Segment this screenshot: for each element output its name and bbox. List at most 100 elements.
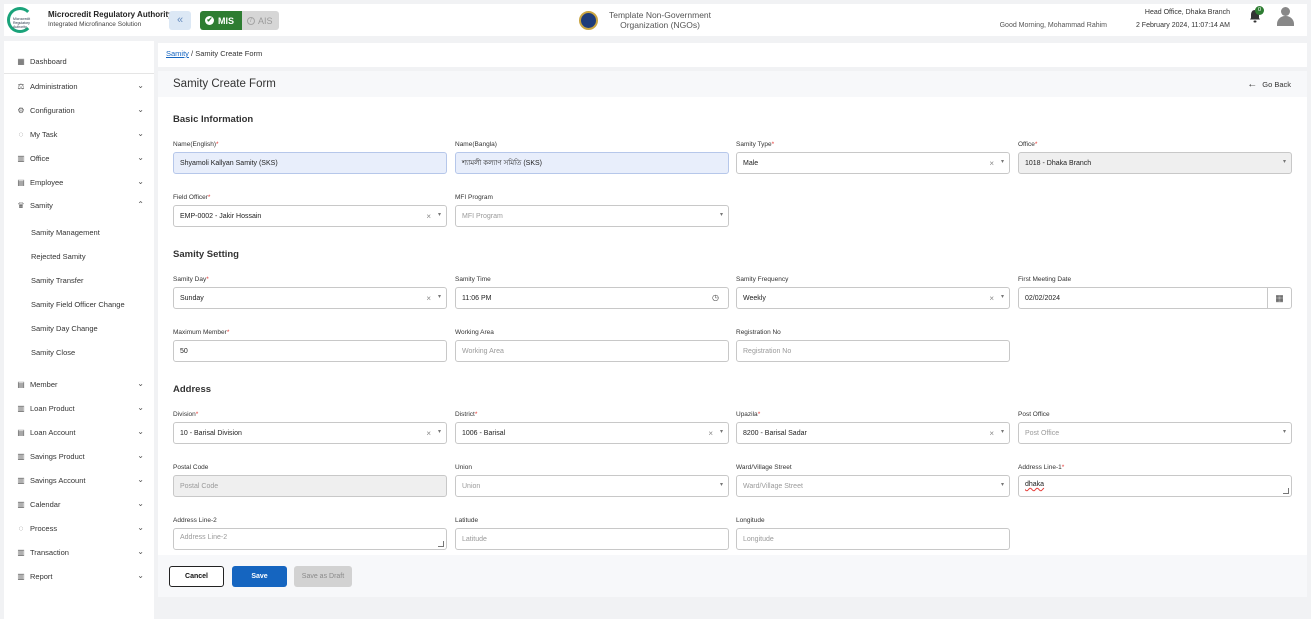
sidebar-collapse-button[interactable]: «: [169, 11, 191, 30]
save-button[interactable]: Save: [232, 566, 287, 587]
samity-time-input[interactable]: 11:06 PM ◷: [455, 287, 729, 309]
field-officer-select[interactable]: EMP-0002 - Jakir Hossain × ▾: [173, 205, 447, 227]
sidebar-item-employee[interactable]: ▤ Employee ⌄: [4, 170, 154, 194]
brand-title: Microcredit Regulatory Authority: [48, 10, 173, 19]
samity-day-select[interactable]: Sunday × ▾: [173, 287, 447, 309]
clear-icon[interactable]: ×: [426, 294, 431, 303]
name-english-input[interactable]: Shyamoli Kallyan Samity (SKS): [173, 152, 447, 174]
disabled-icon: /: [247, 16, 255, 25]
calendar-icon: ▥: [17, 499, 25, 509]
sidebar-item-process[interactable]: ◌ Process ⌄: [4, 516, 154, 540]
sidebar-item-loan-account[interactable]: ▤ Loan Account ⌄: [4, 420, 154, 444]
chevron-down-icon: ⌄: [137, 499, 144, 508]
chevron-down-icon: ▾: [1282, 429, 1286, 435]
clear-icon[interactable]: ×: [989, 294, 994, 303]
clear-icon[interactable]: ×: [989, 429, 994, 438]
transaction-icon: ▥: [17, 547, 25, 557]
sidebar-item-member[interactable]: ▤ Member ⌄: [4, 372, 154, 396]
sidebar-item-savings-account[interactable]: ▥ Savings Account ⌄: [4, 468, 154, 492]
samity-type-select[interactable]: Male × ▾: [736, 152, 1010, 174]
page-title-bar: Samity Create Form ← Go Back: [158, 71, 1307, 97]
clear-icon[interactable]: ×: [989, 159, 994, 168]
registration-no-input[interactable]: Registration No: [736, 340, 1010, 362]
loan-product-icon: ▥: [17, 403, 25, 413]
sidebar-item-office[interactable]: ▥ Office ⌄: [4, 146, 154, 170]
chevron-down-icon: ⌄: [137, 547, 144, 556]
resize-handle-icon[interactable]: [438, 541, 444, 547]
sidebar-item-loan-product[interactable]: ▥ Loan Product ⌄: [4, 396, 154, 420]
division-select[interactable]: 10 - Barisal Division × ▾: [173, 422, 447, 444]
post-office-select[interactable]: Post Office ▾: [1018, 422, 1292, 444]
chevron-down-icon: ⌄: [137, 427, 144, 436]
upazila-select[interactable]: 8200 - Barisal Sadar × ▾: [736, 422, 1010, 444]
sidebar-item-transaction[interactable]: ▥ Transaction ⌄: [4, 540, 154, 564]
working-area-input[interactable]: Working Area: [455, 340, 729, 362]
sidebar-sub-samity-day-change[interactable]: Samity Day Change: [31, 324, 98, 336]
save-as-draft-button[interactable]: Save as Draft: [294, 566, 352, 587]
samity-icon: ♛: [17, 200, 25, 210]
sidebar-item-report[interactable]: ▥ Report ⌄: [4, 564, 154, 588]
mfi-program-select[interactable]: MFI Program ▾: [455, 205, 729, 227]
address-line-1-textarea[interactable]: dhaka: [1018, 475, 1292, 497]
breadcrumb-samity-link[interactable]: Samity: [166, 49, 189, 58]
sidebar-sub-samity-close[interactable]: Samity Close: [31, 348, 75, 360]
notification-badge: 0: [1255, 6, 1264, 15]
sidebar-sub-field-officer-change[interactable]: Samity Field Officer Change: [31, 300, 125, 312]
cancel-button[interactable]: Cancel: [169, 566, 224, 587]
ward-village-street-select[interactable]: Ward/Village Street ▾: [736, 475, 1010, 497]
calendar-icon[interactable]: ▦: [1267, 288, 1291, 308]
chevron-down-icon: ▾: [719, 212, 723, 218]
top-header: Microcredit Regulatory Authority Microcr…: [4, 4, 1307, 36]
first-meeting-date-input[interactable]: 02/02/2024 ▦: [1018, 287, 1292, 309]
address-line-2-textarea[interactable]: Address Line-2: [173, 528, 447, 550]
sidebar-item-my-task[interactable]: ◌ My Task ⌄: [4, 122, 154, 146]
task-icon: ◌: [18, 129, 24, 139]
mis-toggle-button[interactable]: ✔ MIS: [200, 11, 242, 30]
postal-code-input[interactable]: Postal Code: [173, 475, 447, 497]
sidebar-item-calendar[interactable]: ▥ Calendar ⌄: [4, 492, 154, 516]
chevron-down-icon: ⌄: [137, 403, 144, 412]
sidebar-sub-samity-transfer[interactable]: Samity Transfer: [31, 276, 84, 288]
sidebar-item-dashboard[interactable]: ▦ Dashboard: [4, 49, 154, 74]
label-name-bangla: Name(Bangla): [455, 141, 497, 148]
district-select[interactable]: 1006 - Barisal × ▾: [455, 422, 729, 444]
clear-icon[interactable]: ×: [708, 429, 713, 438]
chevron-down-icon: ▾: [719, 482, 723, 488]
sidebar: ▦ Dashboard ⚖ Administration ⌄ ⚙ Configu…: [4, 41, 154, 619]
longitude-input[interactable]: Longitude: [736, 528, 1010, 550]
sidebar-item-administration[interactable]: ⚖ Administration ⌄: [4, 74, 154, 98]
samity-frequency-select[interactable]: Weekly × ▾: [736, 287, 1010, 309]
office-select[interactable]: 1018 - Dhaka Branch ▾: [1018, 152, 1292, 174]
clear-icon[interactable]: ×: [426, 212, 431, 221]
breadcrumb-current: Samity Create Form: [195, 49, 263, 58]
chevron-down-icon: ▾: [437, 212, 441, 218]
resize-handle-icon[interactable]: [1283, 488, 1289, 494]
sidebar-item-configuration[interactable]: ⚙ Configuration ⌄: [4, 98, 154, 122]
sidebar-sub-samity-management[interactable]: Samity Management: [31, 228, 100, 240]
maximum-member-input[interactable]: 50: [173, 340, 447, 362]
union-select[interactable]: Union ▾: [455, 475, 729, 497]
name-bangla-input[interactable]: শ্যামলী কল্যাণ সমিতি (SKS): [455, 152, 729, 174]
label-samity-type: Samity Type*: [736, 141, 775, 148]
label-mfi-program: MFI Program: [455, 194, 493, 201]
avatar[interactable]: [1276, 6, 1295, 26]
member-icon: ▤: [17, 379, 25, 389]
label-working-area: Working Area: [455, 329, 494, 336]
ais-toggle-button[interactable]: / AIS: [242, 11, 279, 30]
chevron-down-icon: ▾: [1000, 482, 1004, 488]
sidebar-sub-rejected-samity[interactable]: Rejected Samity: [31, 252, 86, 264]
sidebar-item-savings-product[interactable]: ▥ Savings Product ⌄: [4, 444, 154, 468]
latitude-input[interactable]: Latitude: [455, 528, 729, 550]
clock-icon[interactable]: ◷: [712, 293, 719, 302]
breadcrumb: Samity / Samity Create Form: [158, 43, 1307, 67]
chevron-down-icon: ⌄: [137, 451, 144, 460]
sidebar-item-samity[interactable]: ♛ Samity ⌃: [4, 193, 154, 217]
label-maximum-member: Maximum Member*: [173, 329, 230, 336]
label-samity-time: Samity Time: [455, 276, 491, 283]
datetime: 2 February 2024, 11:07:14 AM: [1135, 22, 1230, 29]
chevron-down-icon: ⌄: [137, 523, 144, 532]
go-back-button[interactable]: ← Go Back: [1247, 79, 1291, 90]
clear-icon[interactable]: ×: [426, 429, 431, 438]
section-basic-information: Basic Information: [173, 114, 254, 125]
check-icon: ✔: [205, 16, 214, 25]
